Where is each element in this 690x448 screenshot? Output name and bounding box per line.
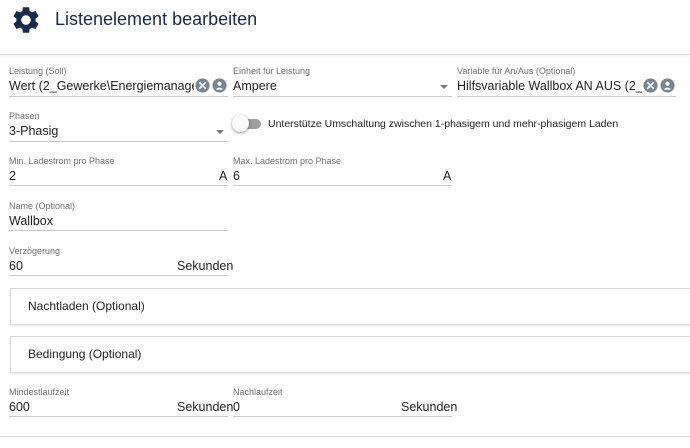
dialog-header: Listenelement bearbeiten — [0, 0, 690, 55]
einheit-underline — [233, 96, 452, 97]
variable-label: Variable für An/Aus (Optional) — [457, 66, 576, 76]
einheit-label: Einheit für Leistung — [233, 66, 311, 76]
umschaltung-label: Unterstütze Umschaltung zwischen 1-phasi… — [268, 118, 619, 130]
chevron-down-icon[interactable] — [440, 85, 448, 89]
nachlaufzeit-label: Nachlaufzeit — [233, 387, 283, 397]
nachlaufzeit-unit: Sekunden — [401, 400, 458, 414]
min-ladestrom-label: Min. Ladestrom pro Phase — [9, 156, 115, 166]
clear-icon[interactable] — [643, 78, 658, 93]
verzoegerung-label: Verzögerung — [9, 246, 61, 256]
max-ladestrom-underline — [233, 185, 452, 186]
mindestlaufzeit-input[interactable]: 600 — [9, 400, 169, 414]
nachtladen-panel[interactable]: Nachtladen (Optional) — [10, 288, 690, 325]
verzoegerung-underline — [9, 275, 228, 276]
bedingung-panel[interactable]: Bedingung (Optional) — [10, 336, 690, 373]
variable-underline — [457, 96, 676, 97]
dialog-title: Listenelement bearbeiten — [55, 9, 258, 29]
object-select-icon[interactable] — [660, 78, 675, 93]
variable-input[interactable]: Hilfsvariable Wallbox AN AUS (2_Ge — [457, 79, 642, 93]
min-ladestrom-unit: A — [219, 169, 228, 183]
umschaltung-toggle[interactable] — [232, 115, 249, 132]
min-ladestrom-underline — [9, 185, 228, 186]
verzoegerung-unit: Sekunden — [177, 259, 234, 273]
phasen-label: Phasen — [9, 111, 40, 121]
footer-divider — [0, 436, 690, 437]
mindestlaufzeit-label: Mindestlaufzeit — [9, 387, 70, 397]
chevron-down-icon[interactable] — [216, 130, 224, 134]
clear-icon[interactable] — [195, 78, 210, 93]
max-ladestrom-label: Max. Ladestrom pro Phase — [233, 156, 342, 166]
max-ladestrom-input[interactable]: 6 — [233, 169, 423, 183]
name-underline — [9, 230, 228, 231]
phasen-select[interactable]: 3-Phasig — [9, 124, 209, 138]
min-ladestrom-input[interactable]: 2 — [9, 169, 199, 183]
nachlaufzeit-underline — [233, 416, 452, 417]
name-label: Name (Optional) — [9, 201, 76, 211]
einheit-select[interactable]: Ampere — [233, 79, 433, 93]
leistung-underline — [9, 96, 228, 97]
mindestlaufzeit-underline — [9, 416, 228, 417]
name-input[interactable]: Wallbox — [9, 214, 219, 228]
max-ladestrom-unit: A — [443, 169, 452, 183]
leistung-label: Leistung (Soll) — [9, 66, 67, 76]
nachlaufzeit-input[interactable]: 0 — [233, 400, 393, 414]
mindestlaufzeit-unit: Sekunden — [177, 400, 234, 414]
object-select-icon[interactable] — [212, 78, 227, 93]
leistung-input[interactable]: Wert (2_Gewerke\Energiemanagem — [9, 79, 194, 93]
gear-icon — [13, 7, 39, 33]
nachtladen-panel-title: Nachtladen (Optional) — [28, 299, 145, 313]
phasen-underline — [9, 141, 228, 142]
verzoegerung-input[interactable]: 60 — [9, 259, 169, 273]
bedingung-panel-title: Bedingung (Optional) — [28, 347, 142, 361]
